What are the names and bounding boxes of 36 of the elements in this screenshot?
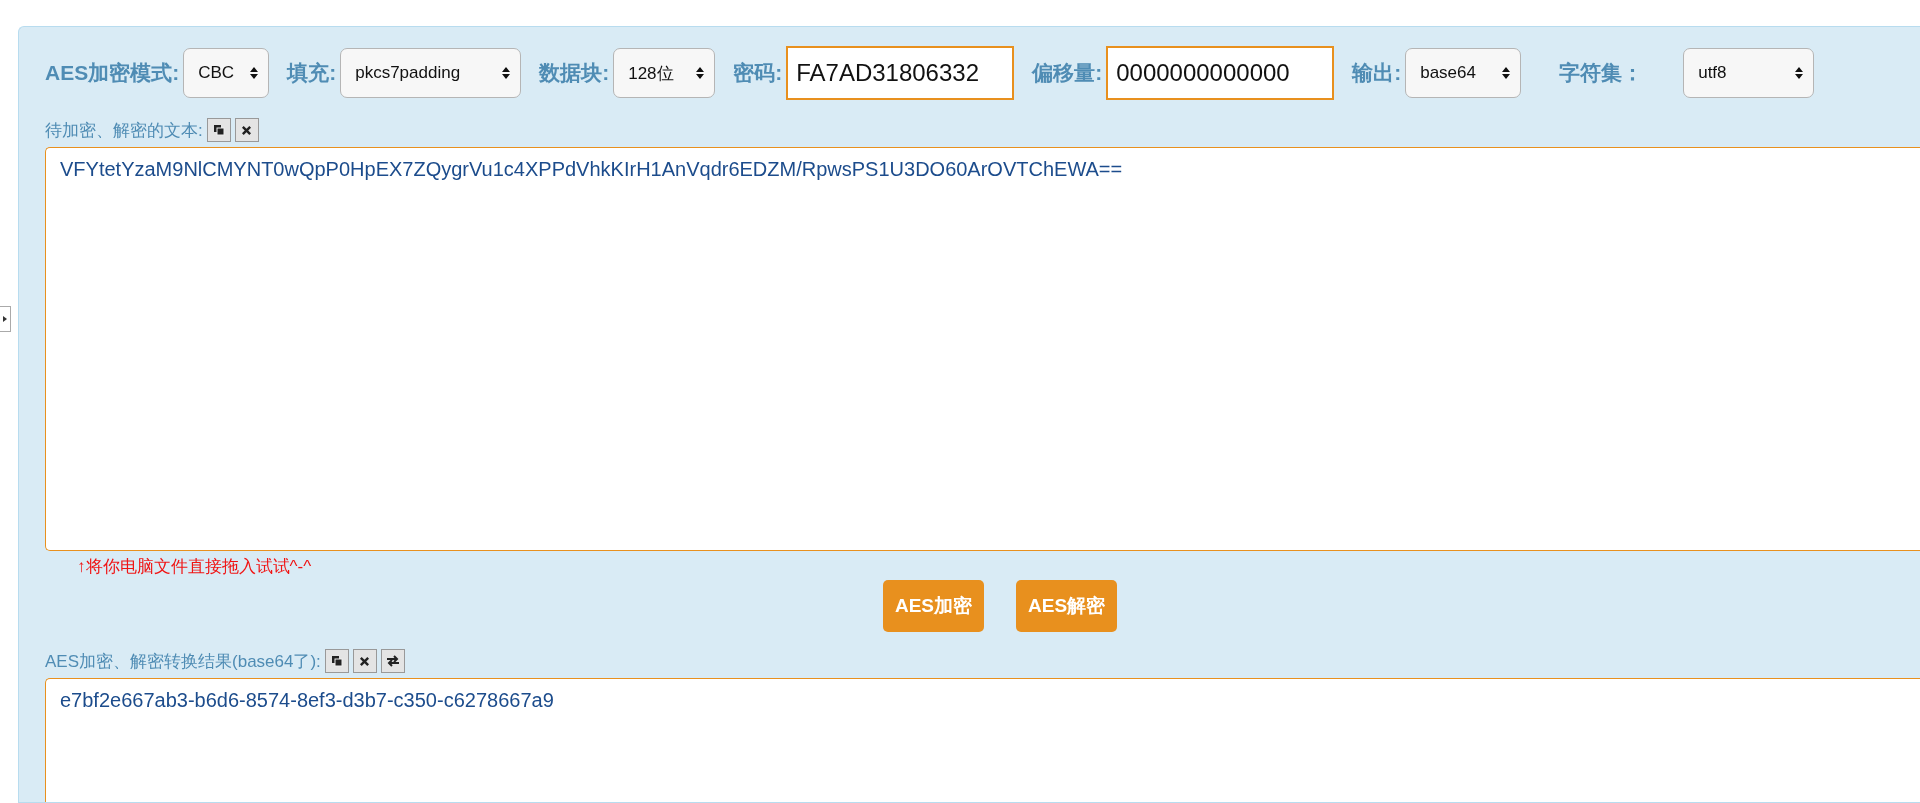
- copy-icon: [330, 655, 343, 667]
- field-label: 字符集：: [1559, 60, 1644, 86]
- field-label: AES加密模式:: [45, 60, 180, 86]
- output-select[interactable]: base64: [1405, 48, 1522, 98]
- drop-hint: ↑将你电脑文件直接拖入试试^-^: [77, 556, 313, 578]
- swap-icon: [385, 655, 400, 667]
- copy-button[interactable]: [206, 118, 231, 142]
- field-label: 数据块:: [539, 60, 610, 86]
- copy-icon: [212, 124, 225, 136]
- mode-select[interactable]: CBC: [183, 48, 270, 98]
- input-text-area[interactable]: VFYtetYzaM9NlCMYNT0wQpP0HpEX7ZQygrVu1c4XPPdVhkKIrH1AnVqdr6EDZM/RpwsPS1U3DO60ArOVTChEWA==: [45, 147, 1920, 551]
- dropdown-arrows-icon: [502, 66, 511, 80]
- field-label: 偏移量:: [1032, 60, 1103, 86]
- swap-button[interactable]: [380, 649, 405, 673]
- charset-select[interactable]: utf8: [1683, 48, 1815, 98]
- dropdown-arrows-icon: [250, 66, 259, 80]
- close-icon: [359, 655, 371, 667]
- section-label: 待加密、解密的文本:: [45, 119, 203, 142]
- offset-field[interactable]: 0000000000000: [1106, 46, 1335, 100]
- dropdown-arrows-icon: [696, 66, 705, 80]
- section-label: AES加密、解密转换结果(base64了):: [45, 650, 321, 673]
- field-label: 填充:: [287, 60, 337, 86]
- password-field[interactable]: FA7AD31806332: [786, 46, 1015, 100]
- dropdown-arrows-icon: [1502, 66, 1511, 80]
- padding-select[interactable]: pkcs7padding: [340, 48, 522, 98]
- collapse-tab[interactable]: [0, 306, 11, 332]
- field-label: 输出:: [1352, 60, 1402, 86]
- result-text-area[interactable]: e7bf2e667ab3-b6d6-8574-8ef3-d3b7-c350-c6278667a9: [45, 678, 1920, 802]
- arrow-icon: [2, 315, 8, 323]
- dropdown-arrows-icon: [1795, 66, 1804, 80]
- field-label: 密码:: [733, 60, 783, 86]
- close-button[interactable]: [234, 118, 259, 142]
- copy-button[interactable]: [324, 649, 349, 673]
- block-size-select[interactable]: 128位: [613, 48, 716, 98]
- close-button[interactable]: [352, 649, 377, 673]
- close-icon: [241, 124, 253, 136]
